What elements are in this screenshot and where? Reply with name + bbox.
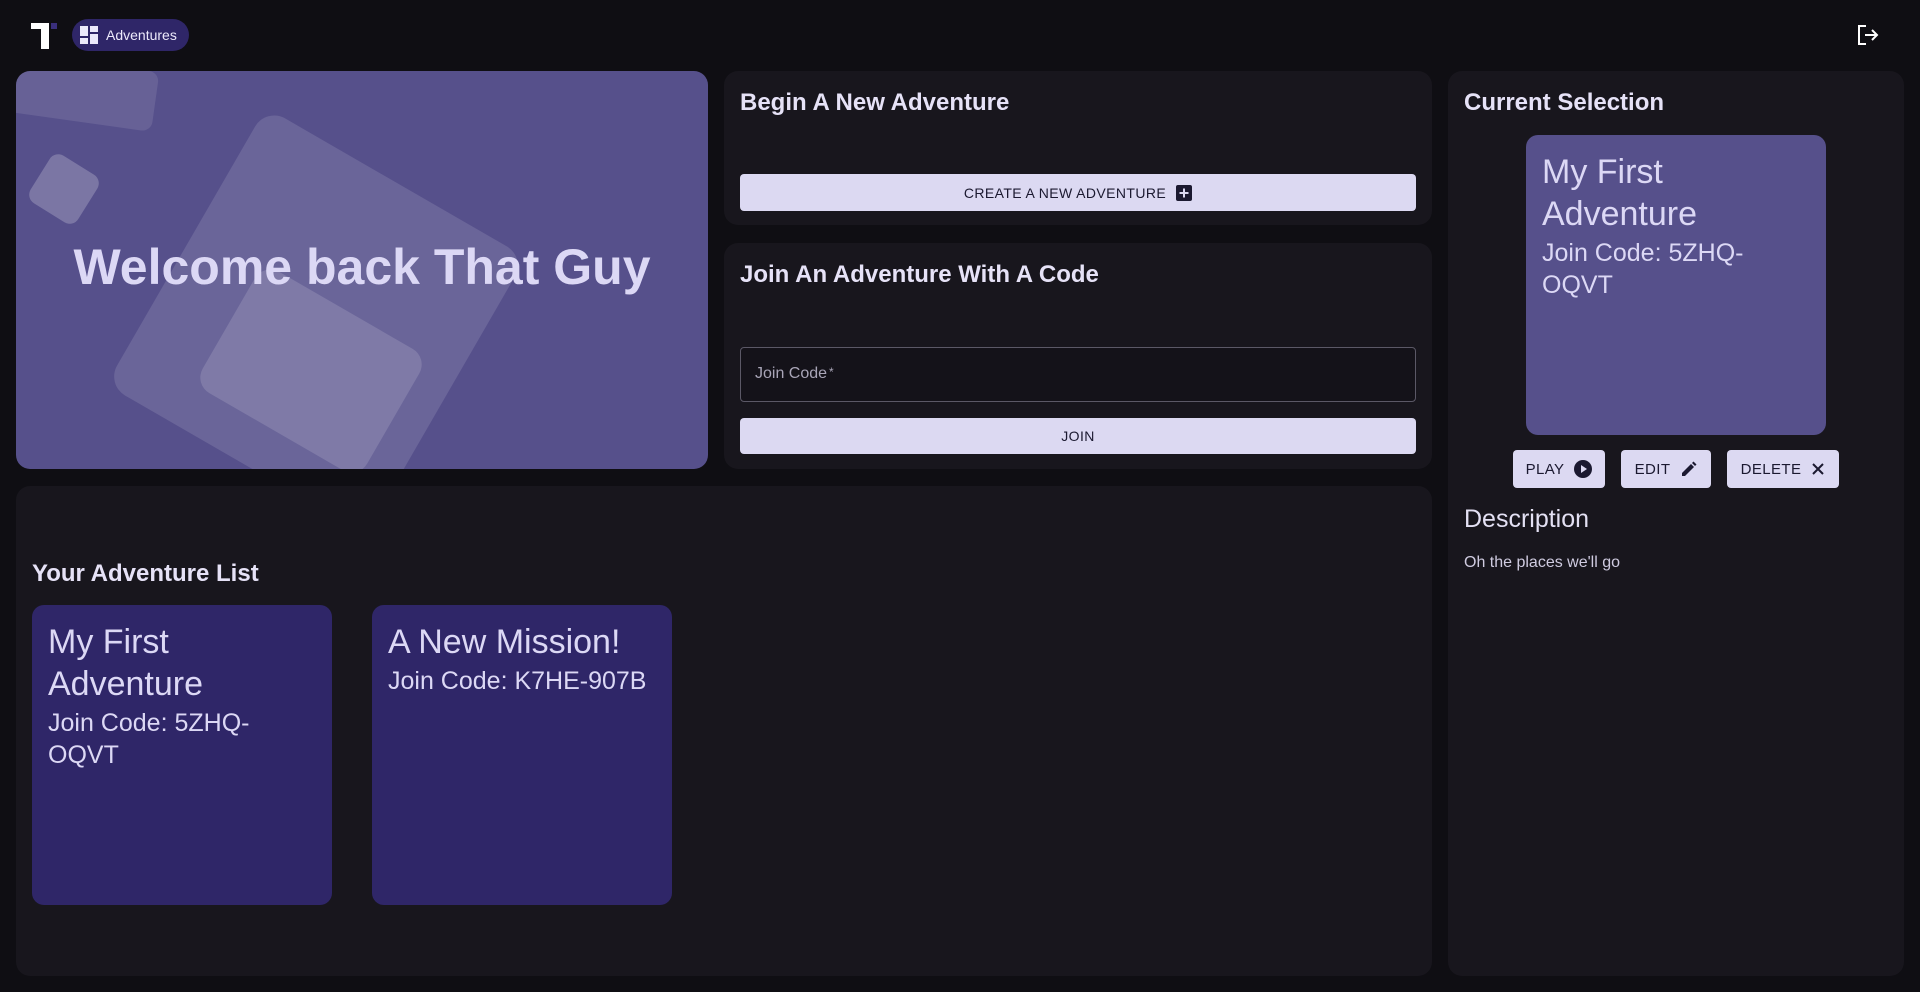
welcome-title: Welcome back That Guy [73, 239, 651, 295]
add-box-icon [1176, 184, 1193, 201]
logo-icon [31, 23, 57, 49]
adventure-card-code: Join Code: 5ZHQ-OQVT [48, 709, 250, 769]
edit-button[interactable]: EDIT [1621, 450, 1711, 488]
adventure-list-panel: Your Adventure List My First Adventure J… [16, 486, 1432, 976]
selected-adventure-code: Join Code: 5ZHQ-OQVT [1542, 239, 1744, 299]
close-icon [1812, 463, 1825, 475]
join-button-label: JOIN [1061, 428, 1095, 444]
join-title: Join An Adventure With A Code [740, 261, 1099, 288]
top-bar: Adventures [0, 0, 1920, 70]
welcome-hero: Welcome back That Guy [16, 71, 708, 469]
adventure-card[interactable]: My First Adventure Join Code: 5ZHQ-OQVT [32, 605, 332, 905]
adventure-card[interactable]: A New Mission! Join Code: K7HE-907B [372, 605, 672, 905]
play-button-label: PLAY [1525, 460, 1565, 478]
edit-button-label: EDIT [1634, 460, 1671, 478]
join-code-label-text: Join Code [755, 365, 828, 382]
nav-chip-adventures[interactable]: Adventures [72, 19, 189, 51]
join-adventure-panel: Join An Adventure With A Code Join Code *… [724, 243, 1432, 469]
delete-button-label: DELETE [1740, 460, 1802, 478]
description-title: Description [1464, 505, 1590, 533]
adventure-card-name: A New Mission! [388, 623, 621, 661]
pencil-icon [1682, 461, 1697, 476]
join-button[interactable]: JOIN [740, 418, 1416, 454]
create-adventure-button[interactable]: CREATE A NEW ADVENTURE [740, 174, 1416, 211]
create-title: Begin A New Adventure [740, 89, 1010, 116]
logout-icon[interactable] [1855, 22, 1881, 48]
create-adventure-button-label: CREATE A NEW ADVENTURE [963, 184, 1167, 201]
create-adventure-panel: Begin A New Adventure CREATE A NEW ADVEN… [724, 71, 1432, 225]
join-code-label: Join Code * [755, 365, 834, 383]
delete-button[interactable]: DELETE [1727, 450, 1839, 488]
adventure-list-title: Your Adventure List [32, 560, 259, 587]
required-mark: * [829, 365, 834, 379]
adventure-card-code: Join Code: K7HE-907B [388, 667, 647, 695]
current-selection-title: Current Selection [1464, 89, 1665, 116]
description-text: Oh the places we'll go [1464, 554, 1621, 571]
selected-adventure-name: My First Adventure [1542, 153, 1697, 233]
dashboard-icon [80, 26, 98, 44]
selected-adventure-card: My First Adventure Join Code: 5ZHQ-OQVT [1526, 135, 1826, 435]
play-button[interactable]: PLAY [1513, 450, 1605, 488]
nav-chip-label: Adventures [106, 27, 177, 43]
join-code-input[interactable]: Join Code * [740, 347, 1416, 402]
play-circle-icon [1574, 460, 1593, 478]
adventure-card-name: My First Adventure [48, 623, 203, 703]
